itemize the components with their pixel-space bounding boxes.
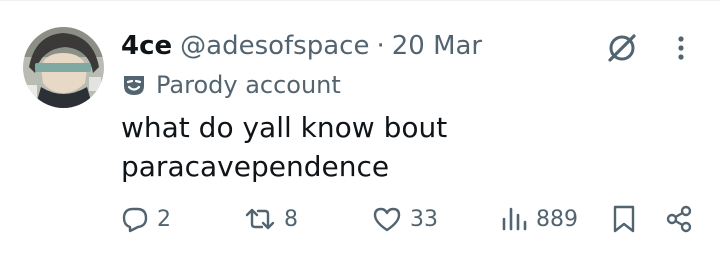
- grok-icon[interactable]: [604, 30, 640, 66]
- like-icon: [373, 207, 401, 232]
- account-label: Parody account: [156, 71, 341, 99]
- views-button[interactable]: 889: [500, 199, 578, 239]
- bookmark-icon: [613, 205, 635, 233]
- display-name[interactable]: 4ce: [121, 31, 172, 61]
- views-icon: [502, 207, 527, 231]
- bookmark-button[interactable]: [611, 199, 637, 239]
- more-icon[interactable]: [663, 30, 699, 66]
- share-icon: [666, 205, 692, 233]
- reply-button[interactable]: 2: [121, 199, 171, 239]
- tweet-header: 4ce @adesofspace · 20 Mar: [121, 26, 482, 66]
- repost-count: 8: [284, 206, 298, 232]
- tweet-text: what do yall know bout paracavependence: [121, 111, 448, 183]
- top-divider: [0, 0, 720, 1]
- reply-icon: [122, 207, 148, 233]
- like-button[interactable]: 33: [372, 199, 438, 239]
- like-count: 33: [410, 206, 438, 232]
- action-bar: 2 8 33 889: [0, 199, 720, 239]
- parody-label: Parody account: [122, 69, 341, 101]
- avatar[interactable]: [23, 27, 104, 108]
- repost-button[interactable]: 8: [244, 199, 298, 239]
- views-count: 889: [536, 206, 578, 232]
- parody-mask-icon: [124, 76, 144, 95]
- timestamp[interactable]: 20 Mar: [392, 31, 482, 61]
- separator-dot: ·: [376, 31, 385, 61]
- handle[interactable]: @adesofspace: [180, 31, 369, 61]
- reply-count: 2: [157, 206, 171, 232]
- repost-icon: [245, 208, 275, 230]
- share-button[interactable]: [664, 199, 694, 239]
